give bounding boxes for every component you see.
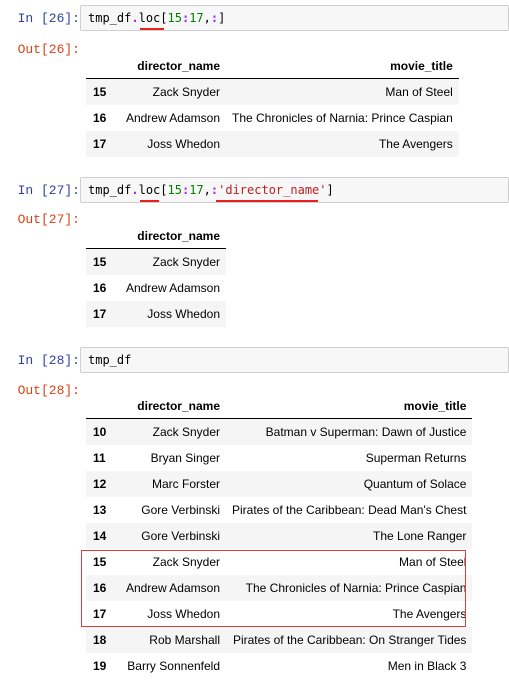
out-prompt: Out[26]: bbox=[17, 42, 80, 57]
table-cell: Rob Marshall bbox=[149, 633, 220, 647]
index-header bbox=[86, 393, 116, 419]
index-header bbox=[86, 223, 116, 249]
table-cell: Andrew Adamson bbox=[125, 281, 220, 295]
table-cell: The Chronicles of Narnia: Prince Caspian bbox=[232, 111, 453, 125]
table-row: 15 Zack Snyder bbox=[86, 248, 226, 275]
in-prompt: In [26]: bbox=[17, 11, 80, 26]
dataframe-output: director_name movie_title 15 Zack Snyder… bbox=[86, 53, 459, 157]
table-row: 10 Zack Snyder Batman v Superman: Dawn o… bbox=[86, 418, 473, 445]
table-cell: Marc Forster bbox=[151, 477, 220, 491]
column-header: director_name bbox=[116, 223, 226, 249]
row-index: 10 bbox=[93, 425, 107, 439]
table-cell: Barry Sonnenfeld bbox=[127, 659, 220, 673]
code-text: tmp_df.loc[15:17,:'director_name'] bbox=[88, 183, 334, 197]
table-row: 19 Barry Sonnenfeld Men in Black 3 bbox=[86, 653, 472, 679]
row-index: 12 bbox=[93, 477, 107, 491]
table-cell: Joss Whedon bbox=[147, 137, 220, 151]
table-row: 11 Bryan Singer Superman Returns bbox=[86, 445, 472, 471]
table-row: 16 Andrew Adamson bbox=[86, 275, 226, 301]
table-row: 18 Rob Marshall Pirates of the Caribbean… bbox=[86, 627, 473, 653]
column-header: director_name bbox=[116, 53, 226, 79]
highlight-rows-box bbox=[81, 550, 466, 627]
row-index: 13 bbox=[93, 503, 107, 517]
row-index: 11 bbox=[93, 451, 106, 465]
table-row: 15 Zack Snyder Man of Steel bbox=[86, 78, 459, 105]
code-text: tmp_df.loc[15:17,:] bbox=[88, 11, 226, 25]
row-index: 17 bbox=[93, 307, 107, 321]
table-row: 17 Joss Whedon bbox=[86, 301, 226, 327]
table-cell: Zack Snyder bbox=[152, 425, 220, 439]
column-header: movie_title bbox=[226, 393, 473, 419]
code-text: tmp_df bbox=[88, 353, 132, 367]
column-name-underline bbox=[216, 200, 318, 202]
dataframe-output: director_name 15 Zack Snyder 16 Andrew A… bbox=[86, 223, 226, 327]
out-prompt: Out[28]: bbox=[17, 383, 80, 398]
table-cell: Zack Snyder bbox=[152, 255, 220, 269]
table-cell: Man of Steel bbox=[385, 85, 453, 99]
in-prompt: In [27]: bbox=[17, 183, 80, 198]
table-row: 16 Andrew Adamson The Chronicles of Narn… bbox=[86, 105, 459, 131]
code-input[interactable]: tmp_df bbox=[80, 347, 509, 373]
row-index: 14 bbox=[93, 529, 107, 543]
table-row: 14 Gore Verbinski The Lone Ranger bbox=[86, 523, 473, 549]
column-header: director_name bbox=[116, 393, 226, 419]
table-cell: The Lone Ranger bbox=[373, 529, 467, 543]
out-prompt: Out[27]: bbox=[17, 212, 80, 227]
index-header bbox=[86, 53, 116, 79]
loc-underline bbox=[140, 28, 164, 30]
table-cell: Men in Black 3 bbox=[387, 659, 467, 673]
table-cell: Gore Verbinski bbox=[141, 529, 220, 543]
table-cell: Andrew Adamson bbox=[125, 111, 220, 125]
table-cell: Bryan Singer bbox=[150, 451, 220, 465]
table-cell: Superman Returns bbox=[365, 451, 467, 465]
table-cell: Zack Snyder bbox=[152, 85, 220, 99]
table-row: 12 Marc Forster Quantum of Solace bbox=[86, 471, 473, 497]
dataframe-output: director_name movie_title 10 Zack Snyder… bbox=[86, 393, 473, 679]
row-index: 19 bbox=[93, 659, 107, 673]
table-row: 17 Joss Whedon The Avengers bbox=[86, 131, 459, 157]
in-prompt: In [28]: bbox=[17, 353, 80, 368]
row-index: 17 bbox=[93, 137, 107, 151]
table-cell: Gore Verbinski bbox=[141, 503, 220, 517]
table-cell: Batman v Superman: Dawn of Justice bbox=[265, 425, 467, 439]
column-header: movie_title bbox=[226, 53, 459, 79]
table-cell: Pirates of the Caribbean: Dead Man's Che… bbox=[232, 503, 467, 517]
row-index: 16 bbox=[93, 111, 107, 125]
row-index: 18 bbox=[93, 633, 107, 647]
row-index: 15 bbox=[93, 85, 107, 99]
table-cell: The Avengers bbox=[378, 137, 453, 151]
row-index: 15 bbox=[93, 255, 107, 269]
table-cell: Joss Whedon bbox=[147, 307, 220, 321]
loc-underline bbox=[140, 200, 159, 202]
table-row: 13 Gore Verbinski Pirates of the Caribbe… bbox=[86, 497, 472, 523]
row-index: 16 bbox=[93, 281, 107, 295]
table-cell: Quantum of Solace bbox=[363, 477, 467, 491]
table-cell: Pirates of the Caribbean: On Stranger Ti… bbox=[232, 633, 467, 647]
